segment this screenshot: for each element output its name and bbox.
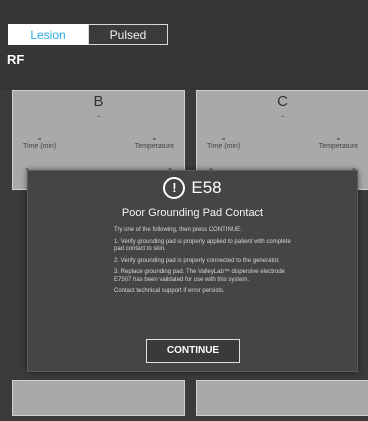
channel-b-temp-label: Temperature — [134, 143, 174, 150]
channel-b-status: - — [97, 111, 100, 121]
tab-pulsed[interactable]: Pulsed — [88, 24, 168, 45]
channel-c-lower-panel — [196, 380, 368, 416]
mode-label: RF — [7, 52, 25, 67]
alert-icon: ! — [163, 177, 186, 199]
error-message: Try one of the following, then press CON… — [114, 227, 294, 300]
error-step-1: 1. Verify grounding pad is properly appl… — [114, 238, 291, 253]
channel-c-temp-value: - — [336, 131, 341, 145]
channel-c-status: - — [281, 111, 284, 121]
channel-b-time-value: - — [37, 131, 42, 145]
mode-tabs: Lesion Pulsed — [8, 24, 168, 45]
error-title: Poor Grounding Pad Contact — [121, 207, 264, 219]
channel-b-temp-value: - — [152, 131, 157, 145]
channel-b-label: B — [93, 93, 104, 110]
continue-button[interactable]: CONTINUE — [146, 339, 240, 363]
channel-c-label: C — [277, 93, 288, 110]
error-step-3: 3. Replace grounding pad. The ValleyLab™… — [114, 269, 285, 283]
error-step-2: 2. Verify grounding pad is properly conn… — [114, 257, 280, 264]
channel-b-lower-panel — [12, 380, 185, 416]
channel-c-temp-label: Temperature — [318, 143, 358, 150]
error-dialog: ! E58 Poor Grounding Pad Contact Try one… — [27, 170, 358, 372]
error-code: E58 — [191, 178, 222, 197]
channel-b-time-label: Time (min) — [23, 143, 57, 150]
channel-c-time-label: Time (min) — [207, 143, 241, 150]
error-intro: Try one of the following, then press CON… — [114, 227, 242, 233]
channel-c-time-value: - — [221, 131, 226, 145]
error-support: Contact technical support if error persi… — [114, 288, 225, 294]
tab-lesion[interactable]: Lesion — [8, 24, 88, 45]
